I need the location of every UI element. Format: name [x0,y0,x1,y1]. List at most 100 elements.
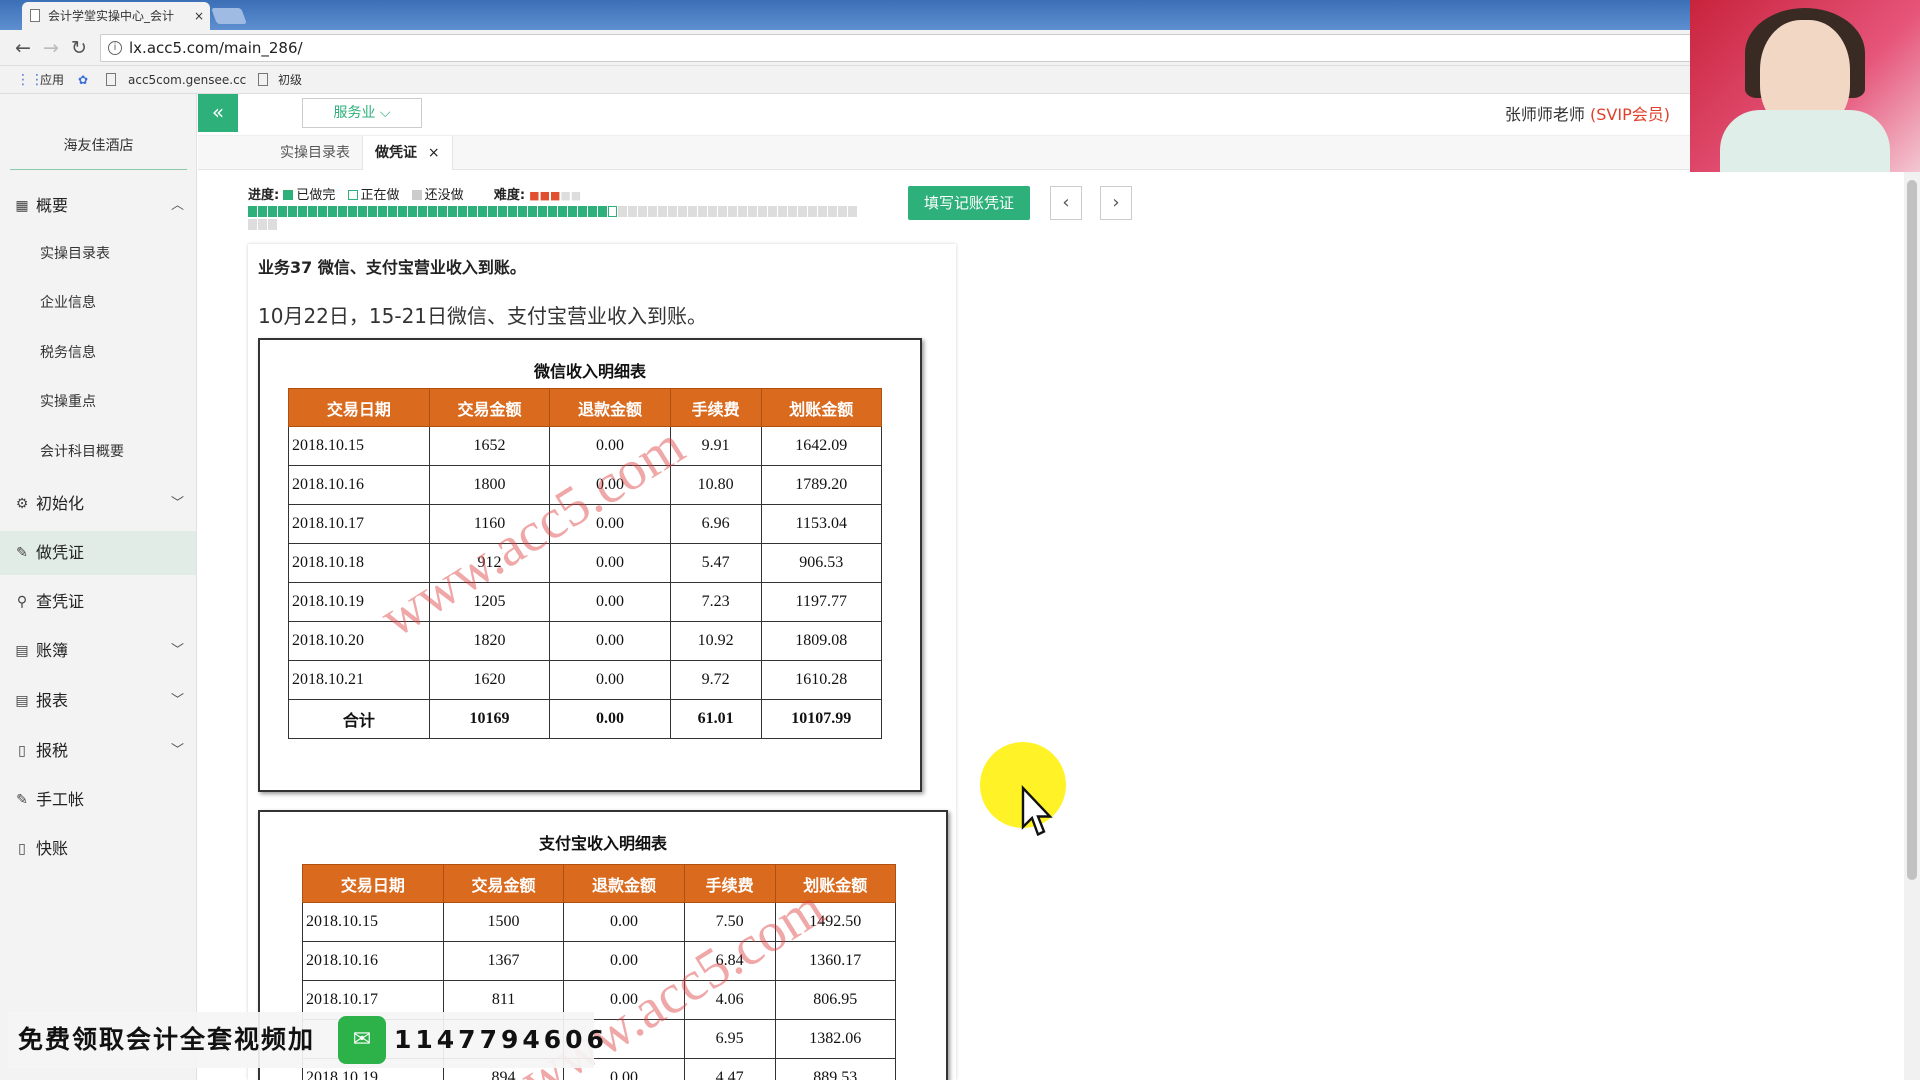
close-icon[interactable]: × [428,145,440,161]
progress-block[interactable] [818,206,827,217]
progress-block[interactable] [258,206,267,217]
collapse-sidebar-button[interactable]: « [198,94,238,132]
progress-block[interactable] [828,206,837,217]
progress-block[interactable] [738,206,747,217]
baidu-icon[interactable]: ✿ [78,71,88,89]
sidebar-item-ledger[interactable]: ▤ 账簿 ﹀ [0,629,196,673]
progress-block[interactable] [268,206,277,217]
progress-block[interactable] [318,206,327,217]
progress-block[interactable] [278,206,287,217]
progress-block[interactable] [638,206,647,217]
bookmark-apps[interactable]: 应用 [40,71,64,89]
progress-block[interactable] [478,206,487,217]
forward-icon[interactable]: → [38,35,64,61]
progress-block[interactable] [258,219,267,230]
progress-block[interactable] [358,206,367,217]
progress-block[interactable] [288,206,297,217]
tab-catalog[interactable]: 实操目录表 [268,136,362,170]
progress-block[interactable] [848,206,857,217]
sidebar-subitem-accounts[interactable]: 会计科目概要 [0,432,196,472]
fill-voucher-button[interactable]: 填写记账凭证 [908,186,1030,220]
progress-block[interactable] [468,206,477,217]
progress-block[interactable] [768,206,777,217]
progress-block[interactable] [618,206,627,217]
progress-block[interactable] [408,206,417,217]
progress-block[interactable] [538,206,547,217]
back-icon[interactable]: ← [10,35,36,61]
sidebar-item-quick[interactable]: ▯ 快账 [0,827,196,871]
progress-block[interactable] [648,206,657,217]
progress-block[interactable] [708,206,717,217]
progress-block[interactable] [588,206,597,217]
progress-block[interactable] [788,206,797,217]
tab-close-icon[interactable]: × [194,2,204,30]
progress-block[interactable] [578,206,587,217]
scrollbar-thumb[interactable] [1907,180,1917,880]
scrollbar[interactable] [1904,172,1920,1080]
sidebar-item-voucher[interactable]: ✎ 做凭证 [0,531,196,575]
progress-block[interactable] [438,206,447,217]
browser-tab[interactable]: 会计学堂实操中心_会计 × [22,2,210,30]
progress-block[interactable] [488,206,497,217]
sidebar-subitem-catalog[interactable]: 实操目录表 [0,234,196,274]
prev-button[interactable]: ‹ [1050,186,1082,220]
sidebar-item-overview[interactable]: ▦ 概要 ︿ [0,184,196,228]
tab-voucher[interactable]: 做凭证 × [362,136,453,170]
progress-block[interactable] [418,206,427,217]
progress-block[interactable] [518,206,527,217]
progress-block[interactable] [758,206,767,217]
progress-block[interactable] [608,206,617,217]
progress-block[interactable] [428,206,437,217]
next-button[interactable]: › [1100,186,1132,220]
progress-block[interactable] [448,206,457,217]
sidebar-item-query[interactable]: ⚲ 查凭证 [0,580,196,624]
progress-block[interactable] [798,206,807,217]
progress-block[interactable] [328,206,337,217]
sidebar-item-reports[interactable]: ▤ 报表 ﹀ [0,679,196,723]
progress-block[interactable] [308,206,317,217]
progress-block[interactable] [808,206,817,217]
progress-block[interactable] [668,206,677,217]
progress-block[interactable] [268,219,277,230]
progress-block[interactable] [718,206,727,217]
industry-dropdown[interactable]: 服务业 ⌵ [302,98,422,128]
sidebar-item-tax[interactable]: ▯ 报税 ﹀ [0,729,196,773]
progress-block[interactable] [698,206,707,217]
progress-block[interactable] [568,206,577,217]
progress-block[interactable] [558,206,567,217]
progress-block[interactable] [658,206,667,217]
progress-block[interactable] [598,206,607,217]
sidebar-item-init[interactable]: ⚙ 初始化 ﹀ [0,482,196,526]
progress-block[interactable] [348,206,357,217]
progress-block[interactable] [298,206,307,217]
sidebar-subitem-company-info[interactable]: 企业信息 [0,283,196,323]
new-tab-button[interactable] [211,8,247,24]
bookmark-gensee[interactable]: acc5com.gensee.cc [128,71,246,89]
sidebar-item-manual[interactable]: ✎ 手工帐 [0,778,196,822]
progress-block[interactable] [248,219,257,230]
progress-block[interactable] [388,206,397,217]
progress-block[interactable] [688,206,697,217]
reload-icon[interactable]: ↻ [66,35,92,61]
progress-block[interactable] [508,206,517,217]
progress-block[interactable] [778,206,787,217]
url-input[interactable]: i lx.acc5.com/main_286/ [100,34,1700,62]
progress-block[interactable] [528,206,537,217]
info-icon[interactable]: i [108,41,122,55]
sidebar-subitem-tax-info[interactable]: 税务信息 [0,333,196,373]
progress-block[interactable] [248,206,257,217]
progress-block[interactable] [728,206,737,217]
bookmark-chuji[interactable]: 初级 [278,71,302,89]
progress-block[interactable] [368,206,377,217]
progress-block[interactable] [398,206,407,217]
progress-block[interactable] [548,206,557,217]
progress-block[interactable] [748,206,757,217]
progress-block[interactable] [458,206,467,217]
progress-block[interactable] [498,206,507,217]
progress-block[interactable] [838,206,847,217]
progress-block[interactable] [678,206,687,217]
progress-block[interactable] [378,206,387,217]
progress-block[interactable] [628,206,637,217]
progress-block[interactable] [338,206,347,217]
sidebar-subitem-key-points[interactable]: 实操重点 [0,382,196,422]
